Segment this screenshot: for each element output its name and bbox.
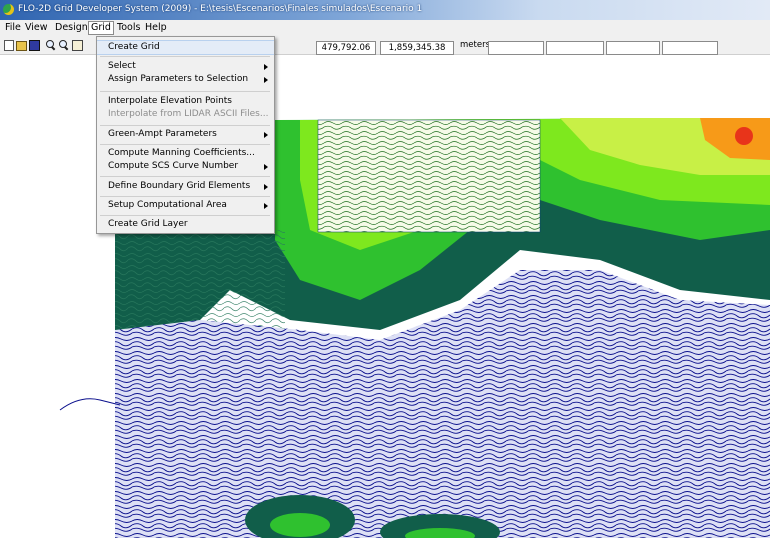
menu-view[interactable]: View	[24, 22, 49, 34]
pan-hand-icon[interactable]	[72, 40, 83, 51]
menu-separator	[100, 56, 270, 57]
coordinate-y-display: 1,859,345.38	[380, 41, 454, 55]
menu-compute-scs[interactable]: Compute SCS Curve Number	[97, 159, 274, 174]
menu-bar: File View Design Grid Tools Help	[0, 20, 770, 36]
status-box-2	[546, 41, 604, 55]
menu-create-layer[interactable]: Create Grid Layer	[97, 217, 274, 232]
menu-setup-area[interactable]: Setup Computational Area	[97, 198, 274, 213]
status-box-1	[488, 41, 544, 55]
menu-interpolate-lidar: Interpolate from LIDAR ASCII Files...	[108, 109, 269, 119]
grid-dropdown-menu: Create Grid Select Assign Parameters to …	[96, 36, 275, 234]
menu-separator	[100, 215, 270, 216]
new-file-icon[interactable]	[4, 40, 14, 51]
menu-separator	[100, 125, 270, 126]
menu-grid[interactable]: Grid	[88, 21, 114, 35]
units-label: meters	[460, 40, 490, 50]
menu-separator	[100, 196, 270, 197]
window-title: FLO-2D Grid Developer System (2009) - E:…	[18, 4, 423, 14]
menu-separator	[100, 176, 270, 177]
menu-help[interactable]: Help	[144, 22, 168, 34]
flo2d-app-icon	[3, 4, 14, 15]
submenu-arrow-icon	[264, 203, 268, 209]
menu-separator	[100, 144, 270, 145]
menu-design[interactable]: Design	[54, 22, 89, 34]
status-box-3	[606, 41, 660, 55]
submenu-arrow-icon	[264, 184, 268, 190]
menu-file[interactable]: File	[4, 22, 22, 34]
status-box-4	[662, 41, 718, 55]
menu-green-ampt[interactable]: Green-Ampt Parameters	[97, 127, 274, 142]
submenu-arrow-icon	[264, 164, 268, 170]
zoom-in-icon[interactable]	[46, 40, 58, 51]
menu-assign-parameters[interactable]: Assign Parameters to Selection	[97, 72, 274, 87]
submenu-arrow-icon	[264, 132, 268, 138]
title-bar: FLO-2D Grid Developer System (2009) - E:…	[0, 0, 770, 20]
submenu-arrow-icon	[264, 64, 268, 70]
submenu-arrow-icon	[264, 77, 268, 83]
river-line	[59, 398, 121, 411]
menu-tools[interactable]: Tools	[116, 22, 141, 34]
menu-create-grid[interactable]: Create Grid	[97, 40, 274, 55]
save-icon[interactable]	[29, 40, 40, 51]
red-peak-zone	[735, 127, 753, 145]
coordinate-x-display: 479,792.06	[316, 41, 376, 55]
zoom-out-icon[interactable]	[59, 40, 71, 51]
menu-separator	[100, 91, 270, 92]
menu-define-boundary[interactable]: Define Boundary Grid Elements	[97, 179, 274, 194]
open-folder-icon[interactable]	[16, 41, 27, 51]
